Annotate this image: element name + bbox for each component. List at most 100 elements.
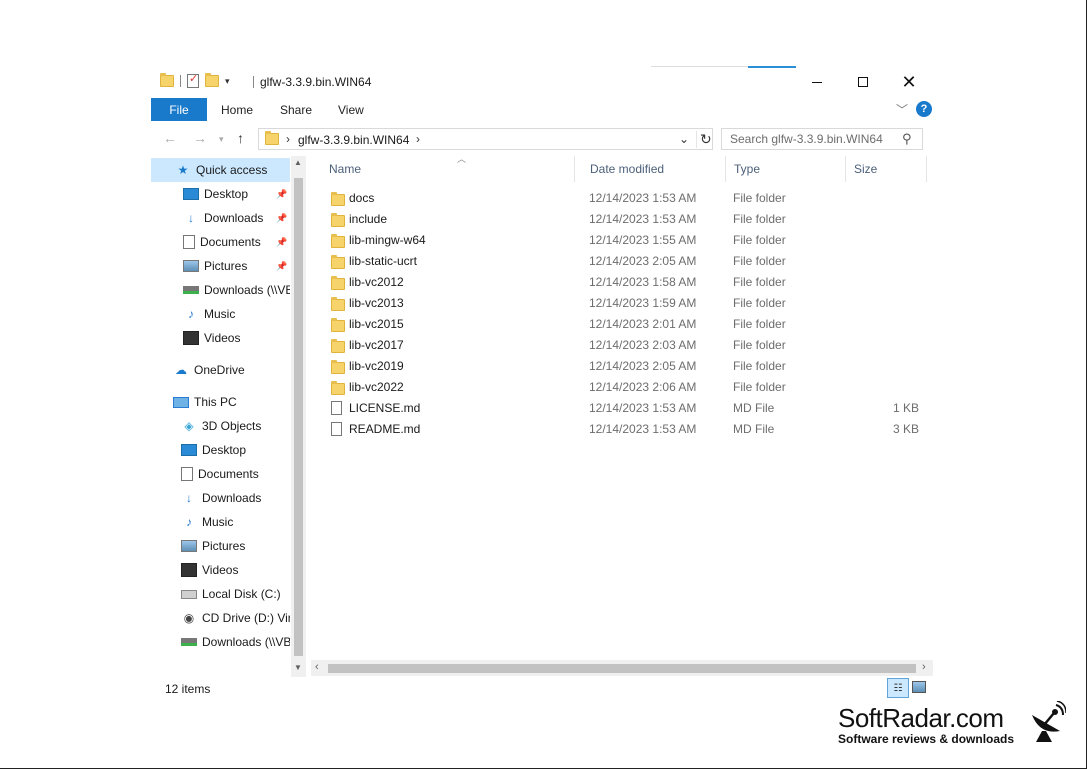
column-label-name: Name — [329, 162, 362, 176]
scrollbar-thumb[interactable] — [328, 664, 916, 673]
item-count: 12 items — [165, 682, 211, 696]
file-name: docs — [349, 191, 375, 205]
file-icon — [331, 401, 342, 415]
sidebar-item[interactable]: Local Disk (C:) — [151, 582, 290, 606]
back-button[interactable]: ← — [163, 130, 177, 146]
up-button[interactable]: ↑ — [237, 130, 244, 146]
file-row[interactable]: lib-vc2013 12/14/2023 1:59 AM File folder — [321, 293, 921, 314]
sidebar-item-label: Videos — [204, 331, 241, 345]
sidebar-item[interactable]: Videos — [151, 326, 290, 350]
scrollbar-thumb[interactable] — [294, 178, 303, 656]
forward-button[interactable]: → — [193, 130, 207, 146]
sidebar-item[interactable]: ♪ Music — [151, 302, 290, 326]
scroll-down-icon[interactable]: ▼ — [294, 663, 302, 672]
tab-file[interactable]: File — [151, 98, 207, 121]
folder-icon — [331, 360, 345, 374]
column-label-size: Size — [854, 162, 878, 176]
breadcrumb-chevron-icon[interactable]: › — [416, 132, 420, 146]
expand-ribbon-chevron-icon[interactable]: ﹀ — [896, 101, 908, 118]
sidebar-item[interactable]: ♪ Music — [151, 510, 290, 534]
breadcrumb-chevron-icon[interactable]: › — [286, 132, 290, 146]
search-box[interactable]: ⚲ — [721, 128, 923, 150]
file-row[interactable]: LICENSE.md 12/14/2023 1:53 AM MD File 1 KB — [321, 398, 921, 419]
star-icon: ★ — [177, 163, 189, 177]
maximize-icon — [858, 77, 868, 87]
search-input[interactable] — [722, 129, 897, 149]
column-header-date[interactable]: Date modified — [582, 156, 726, 182]
sidebar-item-label: Downloads (\\VBoxSvr) (E:) — [202, 635, 290, 649]
sidebar-item[interactable]: ↓ Downloads — [151, 486, 290, 510]
file-row[interactable]: docs 12/14/2023 1:53 AM File folder — [321, 188, 921, 209]
customize-toolbar-icon[interactable]: ▾ — [225, 76, 230, 87]
new-folder-icon[interactable] — [205, 73, 219, 87]
scroll-right-icon[interactable]: › — [922, 661, 926, 673]
file-size: 1 KB — [892, 401, 919, 415]
scroll-up-icon[interactable]: ▲ — [294, 158, 302, 167]
details-view-icon[interactable]: ☷ — [887, 678, 909, 698]
sidebar-item[interactable]: ◉ CD Drive (D:) VirtualBox Guest Addition… — [151, 606, 290, 630]
sidebar-item[interactable]: ◈ 3D Objects — [151, 414, 290, 438]
file-row[interactable]: lib-static-ucrt 12/14/2023 2:05 AM File fo… — [321, 251, 921, 272]
large-icons-view-icon[interactable] — [912, 681, 926, 693]
file-row[interactable]: lib-vc2022 12/14/2023 2:06 AM File folder — [321, 377, 921, 398]
sidebar-item[interactable]: Documents — [151, 462, 290, 486]
sidebar-item[interactable]: Documents 📌 — [151, 230, 290, 254]
file-row[interactable]: include 12/14/2023 1:53 AM File folder — [321, 209, 921, 230]
tab-share[interactable]: Share — [280, 103, 312, 117]
quick-access-toolbar: ▾ — [160, 72, 230, 88]
file-date: 12/14/2023 2:01 AM — [589, 317, 697, 331]
sidebar-item-label: Downloads — [204, 211, 264, 225]
videos-icon — [183, 331, 199, 345]
file-icon — [331, 422, 342, 436]
sidebar-item[interactable]: Downloads (\\VBoxSvr) (E:) — [151, 630, 290, 654]
minimize-button[interactable] — [794, 66, 840, 98]
maximize-button[interactable] — [840, 66, 886, 98]
sidebar-item-label: Videos — [202, 563, 239, 577]
properties-icon[interactable] — [187, 72, 199, 88]
column-header-type[interactable]: Type — [726, 156, 846, 182]
navigation-pane-scrollbar[interactable]: ▲ ▼ — [291, 156, 306, 677]
sidebar-item[interactable]: ↓ Downloads 📌 — [151, 206, 290, 230]
sidebar-item[interactable]: This PC — [151, 390, 290, 414]
sidebar-item-label: Desktop — [204, 187, 249, 201]
search-icon[interactable]: ⚲ — [902, 131, 912, 147]
column-header-size[interactable]: Size — [846, 156, 927, 182]
sidebar-item[interactable]: ★ Quick access — [151, 158, 290, 182]
file-row[interactable]: lib-vc2012 12/14/2023 1:58 AM File folder — [321, 272, 921, 293]
horizontal-scrollbar[interactable]: ‹ › — [311, 660, 933, 676]
tab-view[interactable]: View — [338, 103, 364, 117]
sidebar-item[interactable]: Pictures — [151, 534, 290, 558]
sidebar-item[interactable]: Downloads (\\VBoxSvr) (E:) — [151, 278, 290, 302]
help-icon[interactable]: ? — [916, 101, 932, 117]
address-bar[interactable]: › glfw-3.3.9.bin.WIN64 › ⌄ ↻ — [258, 128, 713, 150]
file-name: lib-mingw-w64 — [349, 233, 426, 247]
file-date: 12/14/2023 1:59 AM — [589, 296, 697, 310]
scroll-left-icon[interactable]: ‹ — [315, 661, 319, 673]
desktop-icon — [183, 188, 199, 200]
refresh-icon[interactable]: ↻ — [696, 131, 712, 148]
sidebar-item[interactable]: Desktop 📌 — [151, 182, 290, 206]
sort-ascending-icon: ︿ — [457, 154, 467, 164]
sidebar-item[interactable]: Pictures 📌 — [151, 254, 290, 278]
file-row[interactable]: lib-vc2015 12/14/2023 2:01 AM File folder — [321, 314, 921, 335]
sidebar-item[interactable]: Videos — [151, 558, 290, 582]
tab-home[interactable]: Home — [221, 103, 253, 117]
file-type: File folder — [733, 254, 786, 268]
close-button[interactable]: ✕ — [886, 66, 932, 98]
sidebar-item[interactable]: Desktop — [151, 438, 290, 462]
title-accent — [748, 66, 796, 68]
address-dropdown-icon[interactable]: ⌄ — [679, 132, 689, 146]
file-row[interactable]: lib-mingw-w64 12/14/2023 1:55 AM File fold… — [321, 230, 921, 251]
file-row[interactable]: README.md 12/14/2023 1:53 AM MD File 3 KB — [321, 419, 921, 440]
column-label-date: Date modified — [590, 162, 665, 176]
sidebar-item[interactable]: ☁ OneDrive — [151, 358, 290, 382]
satellite-dish-icon — [1032, 701, 1066, 742]
file-row[interactable]: lib-vc2019 12/14/2023 2:05 AM File folder — [321, 356, 921, 377]
folder-icon — [331, 255, 345, 269]
file-row[interactable]: lib-vc2017 12/14/2023 2:03 AM File folder — [321, 335, 921, 356]
breadcrumb-current[interactable]: glfw-3.3.9.bin.WIN64 — [298, 133, 409, 147]
column-header-name[interactable]: Name ︿ — [321, 154, 575, 182]
recent-locations-button[interactable]: ▾ — [219, 134, 224, 145]
sidebar-item-label: Music — [204, 307, 236, 321]
file-type: MD File — [733, 422, 775, 436]
